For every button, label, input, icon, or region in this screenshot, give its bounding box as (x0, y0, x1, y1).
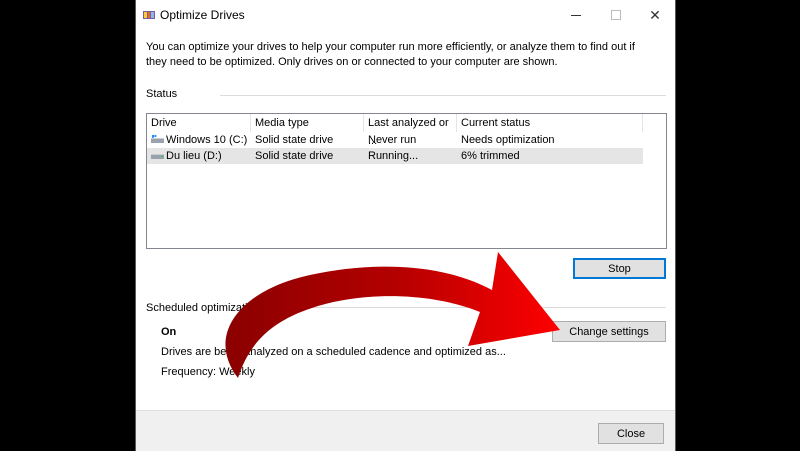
scheduled-optimization-label: Scheduled optimization (146, 302, 260, 314)
window-title: Optimize Drives (160, 8, 245, 22)
drive-name: Du lieu (D:) (166, 150, 222, 162)
windows-drive-icon (151, 135, 164, 143)
schedule-state: On (161, 326, 177, 338)
schedule-frequency: Frequency: Weekly (161, 366, 255, 378)
table-row[interactable]: Windows 10 (C:) Solid state drive Never … (147, 132, 643, 148)
column-header-current-status[interactable]: Current status (457, 114, 643, 132)
minimize-icon (571, 14, 581, 16)
last-analyzed-cell: Running... (368, 150, 419, 162)
last-analyzed-cell: Never run (368, 134, 417, 146)
current-status-cell: 6% trimmed (461, 150, 520, 162)
current-status-cell: Needs optimization (461, 134, 555, 146)
maximize-button[interactable] (596, 0, 636, 30)
drive-cell: Du lieu (D:) (147, 148, 222, 164)
maximize-icon (611, 10, 621, 20)
close-window-button[interactable]: ✕ (635, 0, 675, 30)
media-type-cell: Solid state drive (255, 150, 334, 162)
status-label: Status (146, 88, 178, 100)
drive-name: Windows 10 (C:) (166, 134, 248, 146)
drives-table[interactable]: Drive Media type Last analyzed or ... Cu… (146, 113, 667, 249)
table-header: Drive Media type Last analyzed or ... Cu… (147, 114, 666, 147)
schedule-description: Drives are being analyzed on a scheduled… (161, 346, 506, 358)
column-header-media-type[interactable]: Media type (251, 114, 364, 132)
stop-button[interactable]: Stop (573, 258, 666, 279)
minimize-button[interactable] (556, 0, 596, 30)
close-icon: ✕ (649, 6, 661, 23)
defrag-app-icon (143, 11, 155, 19)
optimize-drives-window: Optimize Drives ✕ You can optimize your … (136, 0, 675, 451)
close-button[interactable]: Close (598, 423, 664, 444)
drive-cell: Windows 10 (C:) (147, 132, 247, 148)
drive-icon (151, 154, 164, 159)
table-row[interactable]: Du lieu (D:) Solid state drive Running..… (147, 148, 643, 164)
status-divider (220, 95, 666, 96)
change-settings-button[interactable]: Change settings (552, 321, 666, 342)
column-header-drive[interactable]: Drive (147, 114, 251, 132)
scheduled-divider (266, 307, 666, 308)
media-type-cell: Solid state drive (255, 134, 334, 146)
dialog-footer: Close (136, 410, 675, 451)
intro-text: You can optimize your drives to help you… (146, 41, 635, 68)
title-bar: Optimize Drives ✕ (136, 0, 675, 30)
column-header-last-analyzed[interactable]: Last analyzed or ... (364, 114, 457, 147)
